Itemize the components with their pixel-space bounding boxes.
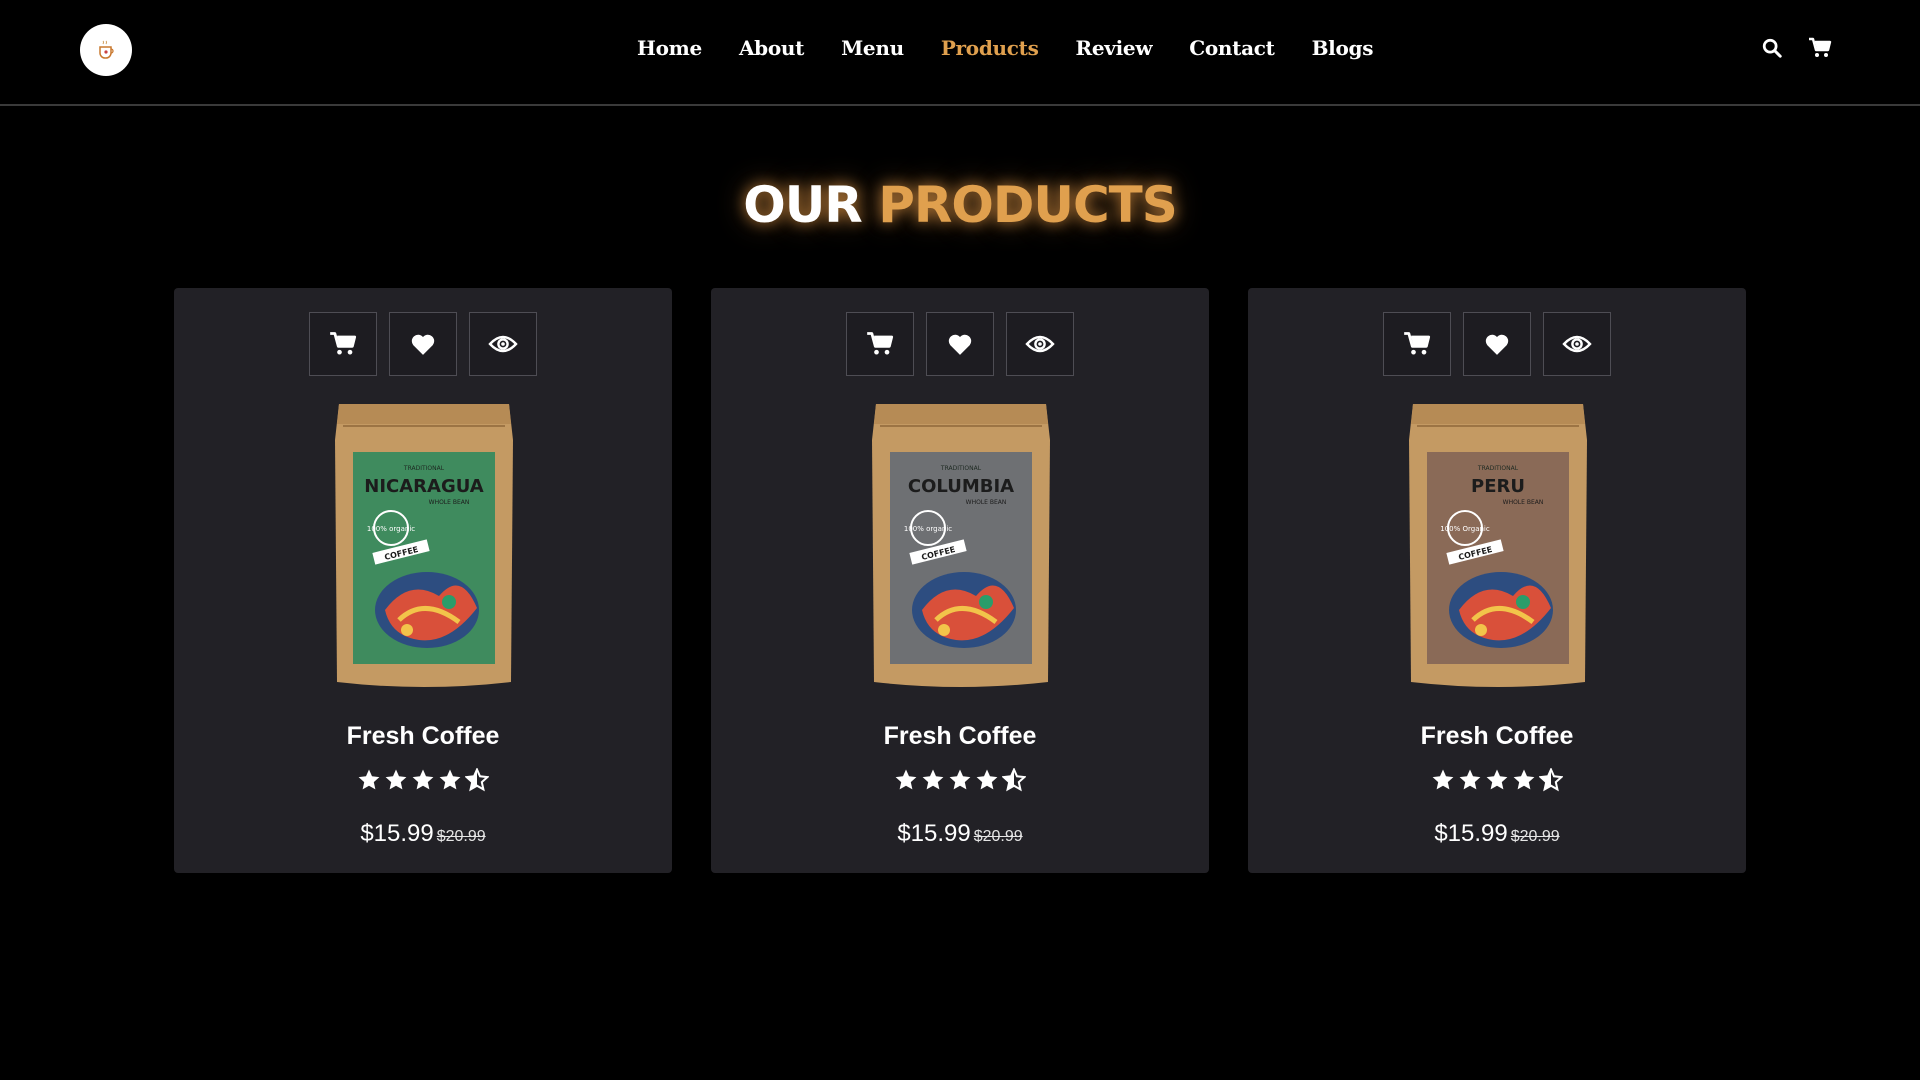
eye-icon xyxy=(1025,335,1055,353)
product-card-1: TRADITIONAL NICARAGUA WHOLE BEAN 100% or… xyxy=(174,288,672,873)
star-icon xyxy=(385,769,407,790)
star-icon xyxy=(895,769,917,790)
star-icon xyxy=(1432,769,1454,790)
old-price: $20.99 xyxy=(973,828,1023,845)
price: $15.99 xyxy=(897,820,971,847)
star-half-icon xyxy=(465,768,489,792)
add-to-cart-button[interactable] xyxy=(1383,312,1451,376)
svg-text:WHOLE BEAN: WHOLE BEAN xyxy=(1503,499,1544,506)
coffee-logo-icon xyxy=(92,36,120,64)
old-price: $20.99 xyxy=(436,828,486,845)
cart-icon xyxy=(1404,332,1431,355)
star-half-icon xyxy=(1002,768,1026,792)
star-icon xyxy=(976,769,998,790)
svg-text:TRADITIONAL: TRADITIONAL xyxy=(403,465,445,472)
product-image[interactable]: TRADITIONAL NICARAGUA WHOLE BEAN 100% or… xyxy=(329,400,519,692)
svg-text:WHOLE BEAN: WHOLE BEAN xyxy=(966,499,1007,506)
main-nav: Home About Menu Products Review Contact … xyxy=(637,36,1410,60)
svg-text:COLUMBIA: COLUMBIA xyxy=(908,476,1014,497)
card-actions xyxy=(1248,312,1746,376)
quick-view-button[interactable] xyxy=(1543,312,1611,376)
star-icon xyxy=(1486,769,1508,790)
title-word-products: PRODUCTS xyxy=(878,176,1178,234)
nav-blogs[interactable]: Blogs xyxy=(1312,36,1374,60)
section-title: OUR PRODUCTS xyxy=(0,176,1920,234)
search-icon[interactable] xyxy=(1760,36,1784,60)
quick-view-button[interactable] xyxy=(469,312,537,376)
rating-stars xyxy=(174,768,672,792)
svg-text:100% Organic: 100% Organic xyxy=(1440,525,1490,533)
card-actions xyxy=(174,312,672,376)
svg-text:WHOLE BEAN: WHOLE BEAN xyxy=(429,499,470,506)
nav-menu[interactable]: Menu xyxy=(841,36,904,60)
svg-text:100% organic: 100% organic xyxy=(367,525,415,533)
svg-text:NICARAGUA: NICARAGUA xyxy=(364,476,484,497)
rating-stars xyxy=(1248,768,1746,792)
star-half-icon xyxy=(1539,768,1563,792)
product-image[interactable]: TRADITIONAL PERU WHOLE BEAN 100% Organic… xyxy=(1403,400,1593,692)
price: $15.99 xyxy=(1434,820,1508,847)
nav-products[interactable]: Products xyxy=(941,36,1039,60)
header-icons xyxy=(1760,36,1832,60)
star-icon xyxy=(412,769,434,790)
card-actions xyxy=(711,312,1209,376)
add-to-cart-button[interactable] xyxy=(309,312,377,376)
nav-contact[interactable]: Contact xyxy=(1189,36,1275,60)
product-card-3: TRADITIONAL PERU WHOLE BEAN 100% Organic… xyxy=(1248,288,1746,873)
quick-view-button[interactable] xyxy=(1006,312,1074,376)
price: $15.99 xyxy=(360,820,434,847)
add-to-cart-button[interactable] xyxy=(846,312,914,376)
svg-text:PERU: PERU xyxy=(1471,476,1525,497)
svg-text:100% organic: 100% organic xyxy=(904,525,952,533)
svg-text:TRADITIONAL: TRADITIONAL xyxy=(1477,465,1519,472)
old-price: $20.99 xyxy=(1510,828,1560,845)
star-icon xyxy=(1513,769,1535,790)
nav-about[interactable]: About xyxy=(739,36,804,60)
star-icon xyxy=(922,769,944,790)
wishlist-button[interactable] xyxy=(389,312,457,376)
eye-icon xyxy=(1562,335,1592,353)
star-icon xyxy=(439,769,461,790)
price-row: $15.99 $20.99 xyxy=(174,820,672,848)
logo[interactable] xyxy=(80,24,132,76)
price-row: $15.99 $20.99 xyxy=(1248,820,1746,848)
star-icon xyxy=(949,769,971,790)
cart-icon xyxy=(330,332,357,355)
wishlist-button[interactable] xyxy=(1463,312,1531,376)
site-header: Home About Menu Products Review Contact … xyxy=(0,0,1920,106)
product-card-2: TRADITIONAL COLUMBIA WHOLE BEAN 100% org… xyxy=(711,288,1209,873)
rating-stars xyxy=(711,768,1209,792)
heart-icon xyxy=(1485,334,1509,355)
svg-text:TRADITIONAL: TRADITIONAL xyxy=(940,465,982,472)
heart-icon xyxy=(948,334,972,355)
product-image[interactable]: TRADITIONAL COLUMBIA WHOLE BEAN 100% org… xyxy=(866,400,1056,692)
star-icon xyxy=(1459,769,1481,790)
nav-review[interactable]: Review xyxy=(1076,36,1153,60)
cart-icon xyxy=(867,332,894,355)
product-name[interactable]: Fresh Coffee xyxy=(1248,722,1746,751)
product-name[interactable]: Fresh Coffee xyxy=(711,722,1209,751)
nav-home[interactable]: Home xyxy=(637,36,702,60)
star-icon xyxy=(358,769,380,790)
heart-icon xyxy=(411,334,435,355)
eye-icon xyxy=(488,335,518,353)
price-row: $15.99 $20.99 xyxy=(711,820,1209,848)
title-word-our: OUR xyxy=(743,176,863,234)
wishlist-button[interactable] xyxy=(926,312,994,376)
cart-icon[interactable] xyxy=(1808,36,1832,60)
product-name[interactable]: Fresh Coffee xyxy=(174,722,672,751)
